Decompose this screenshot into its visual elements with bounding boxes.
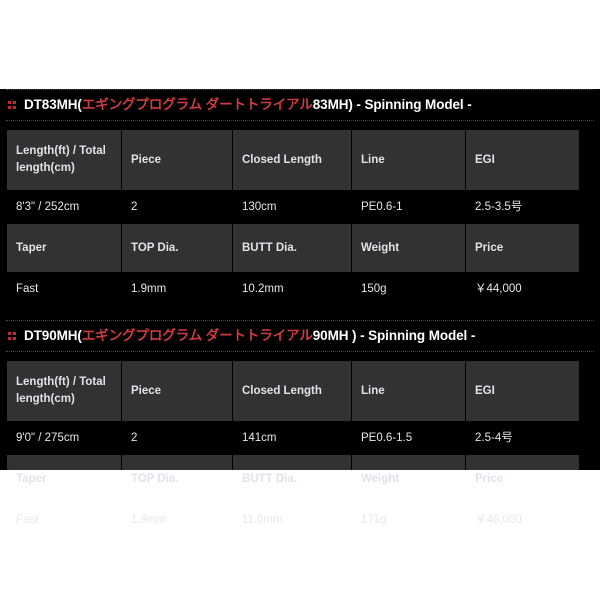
red-square-grid-icon [8, 332, 16, 340]
model-name: DT90MH [24, 328, 78, 344]
model-type-suffix: - Spinning Model - [352, 97, 472, 112]
table-header-row: Taper TOP Dia. BUTT Dia. Weight Price [7, 223, 579, 272]
table-row: 8'3" / 252cm 2 130cm PE0.6-1 2.5-3.5号 [7, 190, 579, 223]
header-cell-egi: EGI [466, 129, 579, 190]
section-title-dt90mh: DT90MH(エギングプログラム ダートトライアル90MH ) - Spinni… [6, 320, 594, 352]
spec-section-dt83mh: DT83MH(エギングプログラム ダートトライアル83MH) - Spinnin… [0, 89, 600, 306]
value-cell-egi: 2.5-4号 [466, 421, 579, 455]
header-cell-closed-length: Closed Length [233, 360, 351, 421]
header-cell-length: Length(ft) / Total length(cm) [7, 360, 121, 421]
value-cell-butt-dia: 10.2mm [233, 272, 351, 306]
header-cell-piece: Piece [122, 360, 232, 421]
table-header-row: Length(ft) / Total length(cm) Piece Clos… [7, 129, 579, 190]
model-type-suffix: - Spinning Model - [356, 328, 476, 344]
value-cell-price: ￥44,000 [466, 272, 579, 306]
table-row: 9'0" / 275cm 2 141cm PE0.6-1.5 2.5-4号 [7, 421, 579, 455]
red-square-grid-icon [8, 100, 16, 109]
header-cell-top-dia: TOP Dia. [122, 223, 232, 272]
model-name-japanese: エギングプログラム ダートトライアル [81, 328, 313, 344]
bottom-whitespace [0, 470, 600, 600]
header-cell-butt-dia: BUTT Dia. [233, 223, 351, 272]
value-cell-taper: Fast [7, 272, 121, 306]
value-cell-weight: 150g [352, 272, 465, 306]
header-cell-length: Length(ft) / Total length(cm) [7, 129, 121, 190]
table-header-row: Length(ft) / Total length(cm) Piece Clos… [7, 360, 579, 421]
value-cell-closed-length: 141cm [233, 421, 351, 455]
header-cell-closed-length: Closed Length [233, 129, 351, 190]
top-whitespace [0, 0, 600, 89]
spec-table-dt83mh: Length(ft) / Total length(cm) Piece Clos… [6, 129, 580, 306]
model-code: 90MH ) [312, 328, 357, 344]
table-row: Fast 1.9mm 10.2mm 150g ￥44,000 [7, 272, 579, 306]
header-cell-taper: Taper [7, 223, 121, 272]
header-cell-line: Line [352, 360, 465, 421]
model-name-japanese: エギングプログラム ダートトライアル [81, 97, 313, 112]
section-title-dt83mh: DT83MH(エギングプログラム ダートトライアル83MH) - Spinnin… [6, 89, 594, 121]
value-cell-piece: 2 [122, 190, 232, 223]
spec-panel: DT83MH(エギングプログラム ダートトライアル83MH) - Spinnin… [0, 89, 600, 537]
page-root: DT83MH(エギングプログラム ダートトライアル83MH) - Spinnin… [0, 0, 600, 600]
value-cell-line: PE0.6-1 [352, 190, 465, 223]
header-cell-weight: Weight [352, 223, 465, 272]
value-cell-egi: 2.5-3.5号 [466, 190, 579, 223]
header-cell-line: Line [352, 129, 465, 190]
model-name: DT83MH [24, 97, 78, 112]
value-cell-top-dia: 1.9mm [122, 272, 232, 306]
value-cell-line: PE0.6-1.5 [352, 421, 465, 455]
value-cell-length: 8'3" / 252cm [7, 190, 121, 223]
header-cell-price: Price [466, 223, 579, 272]
model-code: 83MH) [312, 97, 353, 112]
header-cell-egi: EGI [466, 360, 579, 421]
value-cell-length: 9'0" / 275cm [7, 421, 121, 455]
header-cell-piece: Piece [122, 129, 232, 190]
value-cell-closed-length: 130cm [233, 190, 351, 223]
value-cell-piece: 2 [122, 421, 232, 455]
